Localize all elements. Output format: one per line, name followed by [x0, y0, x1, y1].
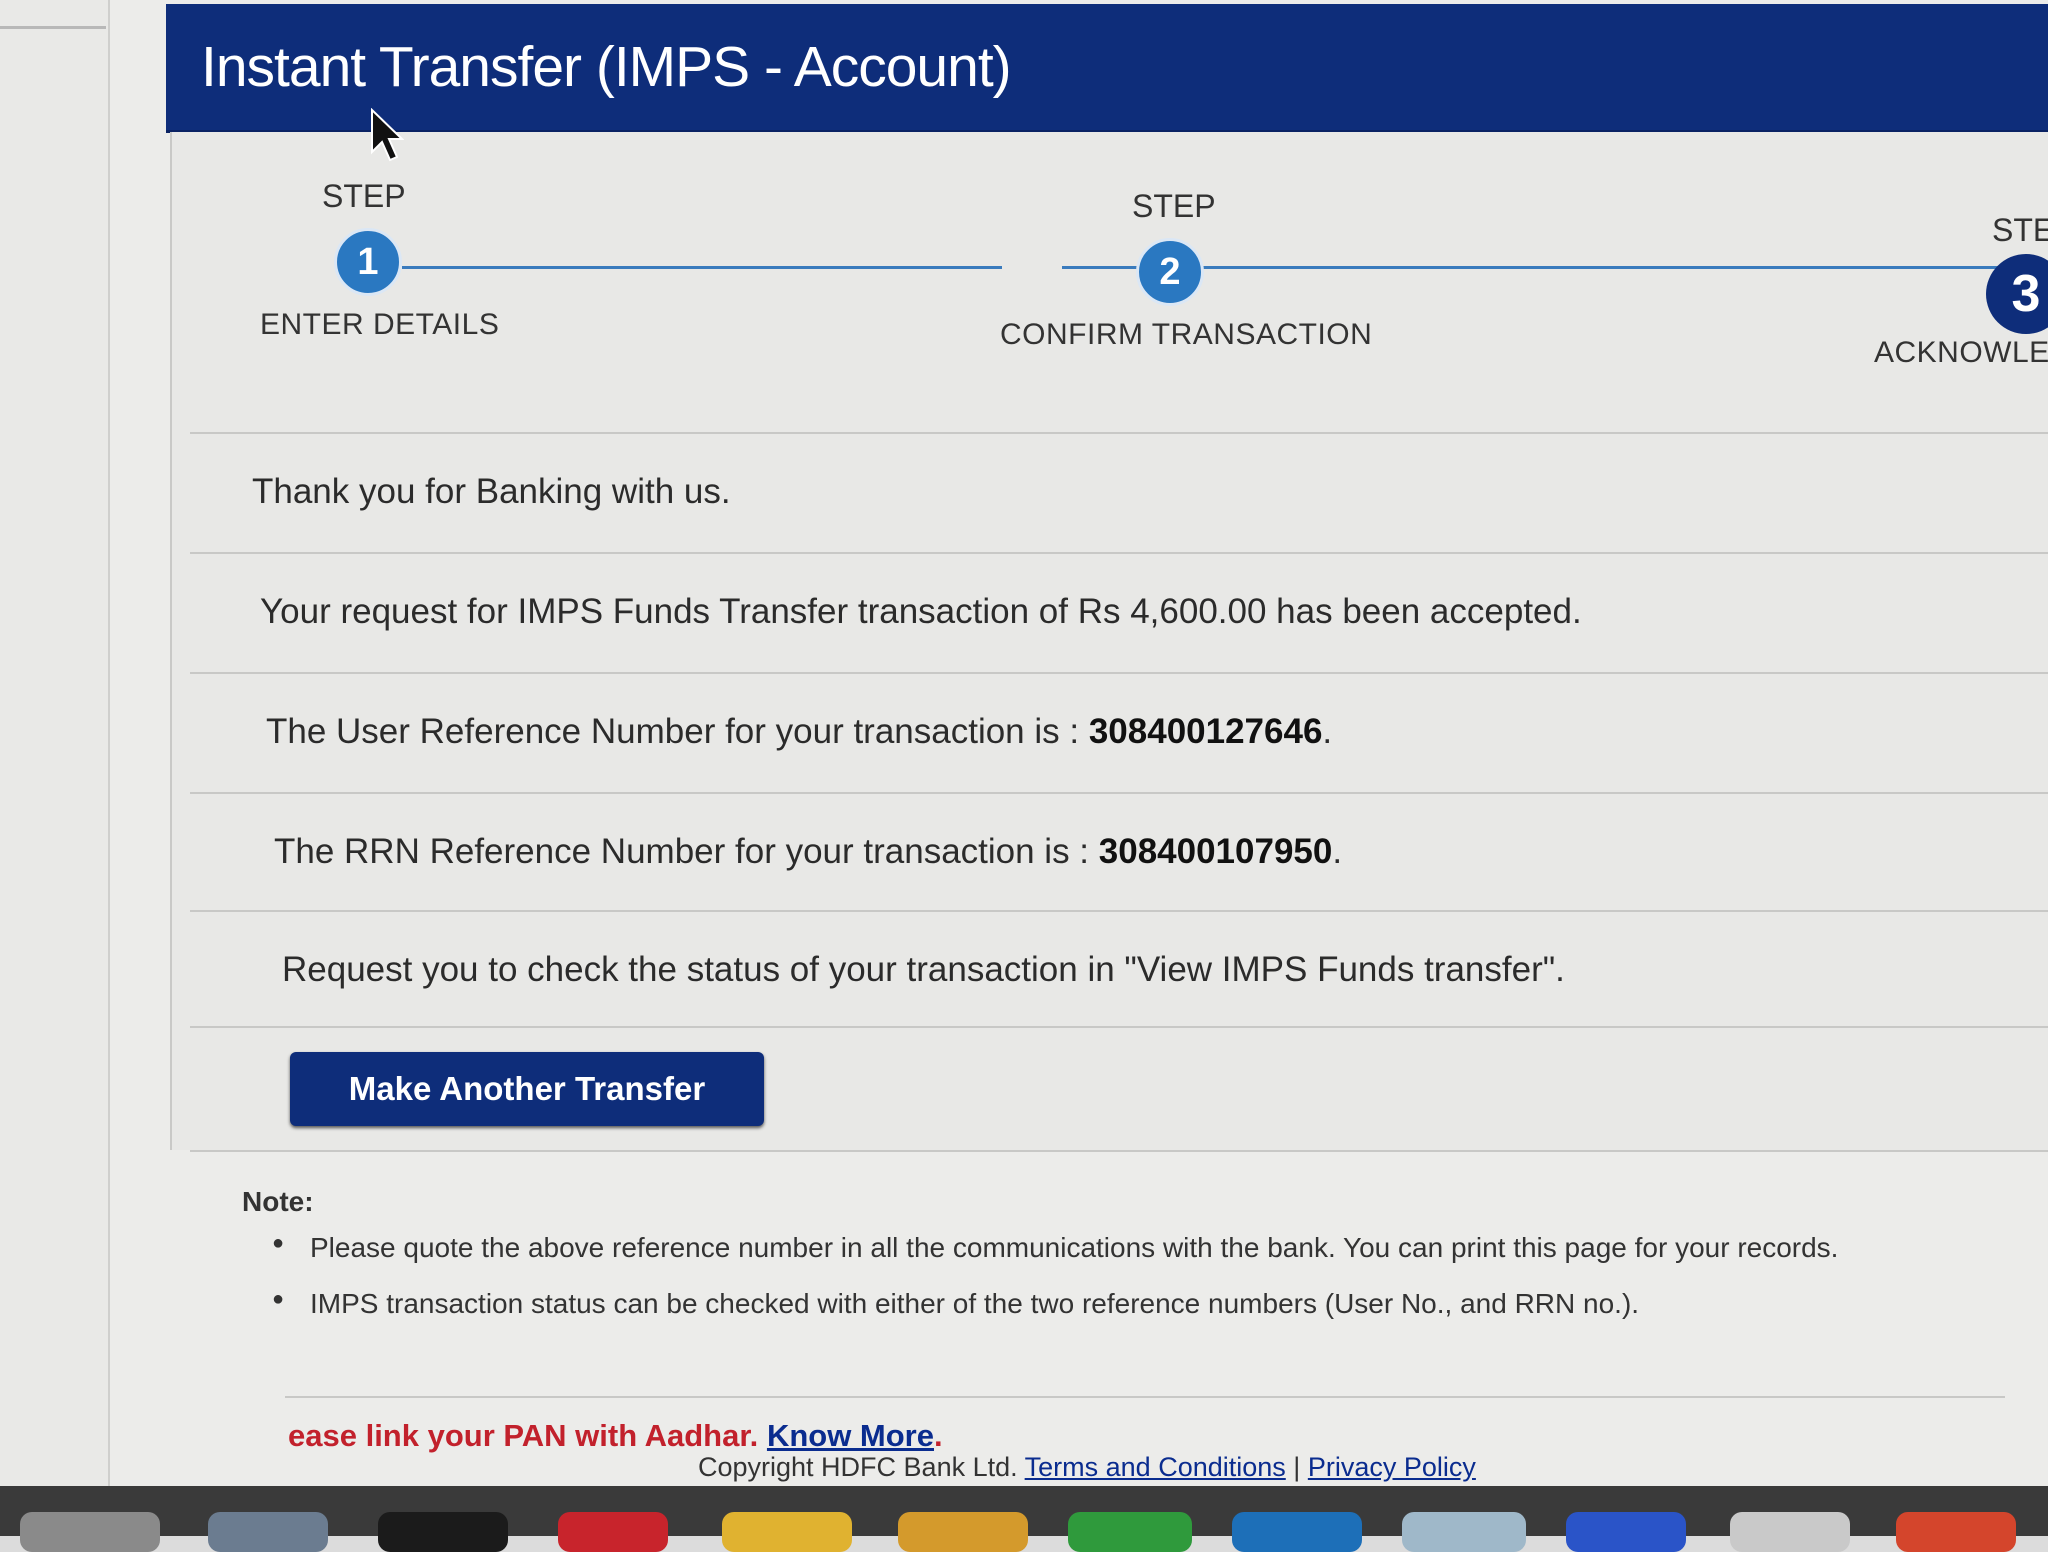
dock-app-icon[interactable] [208, 1512, 328, 1552]
thank-you-row: Thank you for Banking with us. [190, 432, 2048, 554]
progress-steps: STEP 1 ENTER DETAILS STEP 2 CONFIRM TRAN… [172, 132, 2048, 432]
step-3-label: STE [1992, 212, 2048, 248]
rrn-reference-number: 308400107950 [1098, 832, 1333, 871]
pan-notice-text: ease link your PAN with Aadhar. [288, 1418, 759, 1453]
footer-divider [285, 1396, 2005, 1398]
thank-you-text: Thank you for Banking with us. [252, 472, 731, 511]
make-another-transfer-button[interactable]: Make Another Transfer [290, 1052, 764, 1126]
dock-app-icon[interactable] [1402, 1512, 1526, 1552]
copyright-text: Copyright HDFC Bank Ltd. [698, 1452, 1018, 1482]
rrn-reference-row: The RRN Reference Number for your transa… [190, 792, 2048, 912]
step-connector-1 [402, 266, 1002, 269]
dock-app-icon[interactable] [20, 1512, 160, 1552]
pan-aadhar-notice: ease link your PAN with Aadhar. Know Mor… [288, 1418, 943, 1453]
status-check-text: Request you to check the status of your … [282, 950, 1565, 989]
content-panel: STEP 1 ENTER DETAILS STEP 2 CONFIRM TRAN… [170, 132, 2048, 1152]
page-title: Instant Transfer (IMPS - Account) [201, 35, 1012, 99]
dock-app-icon[interactable] [1068, 1512, 1192, 1552]
status-check-row: Request you to check the status of your … [190, 910, 2048, 1028]
rrn-reference-text: The RRN Reference Number for your transa… [274, 832, 1343, 871]
dock-app-icon[interactable] [558, 1512, 668, 1552]
left-sidebar-strip [0, 0, 110, 1536]
step-2-name: CONFIRM TRANSACTION [1000, 318, 1373, 351]
user-reference-text: The User Reference Number for your trans… [266, 712, 1333, 751]
user-reference-row: The User Reference Number for your trans… [190, 672, 2048, 794]
step-3-name: ACKNOWLED [1874, 336, 2048, 369]
dock-app-icon[interactable] [1896, 1512, 2016, 1552]
note-item-2: IMPS transaction status can be checked w… [272, 1288, 1639, 1320]
step-2-circle: 2 [1136, 238, 1204, 306]
dock-app-icon[interactable] [1232, 1512, 1362, 1552]
user-reference-prefix: The User Reference Number for your trans… [266, 712, 1089, 751]
step-1-label: STEP [322, 178, 406, 214]
accepted-text: Your request for IMPS Funds Transfer tra… [260, 592, 1582, 631]
step-2-label: STEP [1132, 188, 1216, 224]
os-dock [0, 1486, 2048, 1552]
page: Instant Transfer (IMPS - Account) STEP 1… [110, 0, 2048, 1490]
step-1-name: ENTER DETAILS [260, 308, 500, 341]
mouse-pointer-icon [371, 108, 404, 162]
dock-app-icon[interactable] [1566, 1512, 1686, 1552]
dock-app-icon[interactable] [378, 1512, 508, 1552]
privacy-link[interactable]: Privacy Policy [1308, 1452, 1476, 1482]
rrn-reference-prefix: The RRN Reference Number for your transa… [274, 832, 1099, 871]
accepted-row: Your request for IMPS Funds Transfer tra… [190, 552, 2048, 674]
footer-separator: | [1293, 1452, 1301, 1482]
dock-app-icon[interactable] [1730, 1512, 1850, 1552]
know-more-link[interactable]: Know More [767, 1418, 934, 1453]
step-connector-2 [1062, 266, 2022, 269]
user-reference-number: 308400127646 [1088, 712, 1323, 751]
note-title: Note: [242, 1186, 314, 1217]
step-1-circle: 1 [334, 228, 402, 296]
dock-app-icon[interactable] [722, 1512, 852, 1552]
dock-app-icon[interactable] [898, 1512, 1028, 1552]
terms-link[interactable]: Terms and Conditions [1025, 1452, 1286, 1482]
sidebar-divider [0, 0, 106, 29]
copyright-bar: Copyright HDFC Bank Ltd. Terms and Condi… [698, 1452, 1476, 1483]
note-item-1: Please quote the above reference number … [272, 1232, 1838, 1264]
page-header: Instant Transfer (IMPS - Account) [166, 4, 2048, 133]
